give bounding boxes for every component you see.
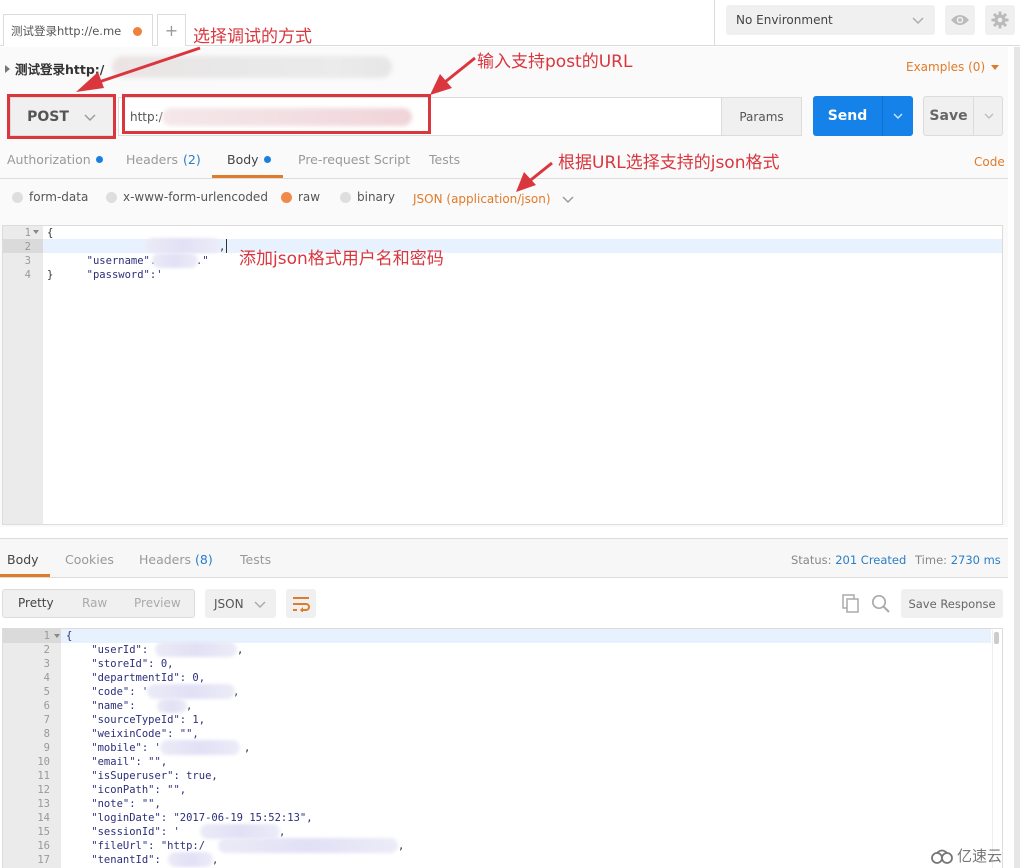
redacted-region: [147, 684, 235, 699]
code-line: "userId":: [66, 644, 155, 656]
active-line-highlight: [61, 629, 991, 643]
line-number: 17: [37, 854, 50, 866]
line-number: 10: [37, 756, 50, 768]
code-line: "storeId": 0,: [66, 658, 174, 670]
annotation-body: 添加json格式用户名和密码: [239, 249, 444, 269]
wrap-lines-button[interactable]: [286, 589, 316, 618]
code-line: "tenantId":: [66, 854, 168, 866]
line-number: 5: [43, 686, 50, 698]
response-scrollbar[interactable]: [992, 630, 1000, 868]
line-number: 2: [43, 644, 50, 656]
time-value: 2730 ms: [950, 553, 1001, 567]
code-line: "fileUrl": "http:/: [66, 840, 206, 852]
line-number: 3: [43, 658, 50, 670]
code-line: "email": "",: [66, 756, 168, 768]
line-number: 1: [43, 630, 50, 642]
redacted-region: [218, 838, 398, 853]
line-number: 11: [37, 770, 50, 782]
arrow-head-icon: [76, 72, 104, 92]
redacted-region: [168, 852, 213, 867]
line-number: 16: [37, 840, 50, 852]
watermark-text: 亿速云: [957, 847, 1003, 865]
line-number: 13: [37, 798, 50, 810]
code-line: "departmentId": 0,: [66, 672, 206, 684]
annotation-arrows: [76, 46, 553, 192]
redacted-region: [157, 699, 187, 713]
wrap-lines-icon: [293, 596, 310, 612]
line-number: 15: [37, 826, 50, 838]
annotation-arrow-line: [89, 46, 201, 87]
time-label: Time:: [915, 553, 948, 567]
view-pretty-button[interactable]: Pretty: [18, 596, 54, 610]
search-icon[interactable]: [871, 594, 891, 614]
line-number: 12: [37, 784, 50, 796]
annotation-url: 输入支持post的URL: [477, 52, 633, 72]
code-line: "note": "",: [66, 798, 161, 810]
arrow-head-icon: [516, 172, 536, 192]
format-label: JSON: [214, 596, 244, 611]
scrollbar-thumb[interactable]: [994, 632, 999, 644]
save-response-button[interactable]: Save Response: [901, 589, 1003, 618]
code-line: "isSuperuser": true,: [66, 770, 218, 782]
line-number: 14: [37, 812, 50, 824]
tab-count: (8): [195, 552, 213, 567]
response-format-select[interactable]: JSON: [205, 589, 276, 618]
response-time: Time: 2730 ms: [915, 553, 1001, 567]
json-punct: ,: [237, 644, 244, 656]
code-line: "weixinCode": "",: [66, 728, 199, 740]
tab-label: Headers: [139, 552, 192, 567]
redacted-region: [155, 642, 237, 657]
response-tab-body[interactable]: Body: [7, 552, 39, 567]
line-number: 8: [43, 728, 50, 740]
code-line: {: [66, 630, 73, 642]
code-line: "name":: [66, 700, 142, 712]
redacted-region: [200, 824, 280, 839]
response-tab-cookies[interactable]: Cookies: [65, 552, 114, 567]
redacted-region: [160, 740, 240, 755]
line-number: 6: [43, 700, 50, 712]
response-tab-headers[interactable]: Headers (8): [139, 552, 213, 567]
status-value: 201 Created: [835, 553, 907, 567]
cloud-logo-icon: [931, 849, 953, 864]
active-tab-underline: [0, 574, 50, 577]
annotation-format: 根据URL选择支持的json格式: [558, 153, 780, 173]
code-line: "iconPath": "",: [66, 784, 187, 796]
annotation-method: 选择调试的方式: [193, 27, 312, 47]
json-punct: ,: [244, 742, 251, 754]
view-raw-button[interactable]: Raw: [82, 596, 107, 610]
line-number: 9: [43, 742, 50, 754]
status-label: Status:: [791, 553, 832, 567]
response-tab-tests[interactable]: Tests: [240, 552, 271, 567]
json-punct: ,: [398, 840, 405, 852]
view-preview-button[interactable]: Preview: [134, 596, 181, 610]
code-line: "sessionId": ': [66, 826, 180, 838]
code-line: "sourceTypeId": 1,: [66, 714, 206, 726]
line-number: 4: [43, 672, 50, 684]
response-status: Status: 201 Created: [791, 553, 906, 567]
line-number: 7: [43, 714, 50, 726]
copy-icon[interactable]: [842, 594, 860, 613]
watermark: 亿速云: [930, 845, 1002, 866]
code-line: "code": ': [66, 686, 149, 698]
chevron-down-icon: [254, 601, 266, 608]
code-line: "loginDate": "2017-06-19 15:52:13",: [66, 812, 313, 824]
fold-arrow-icon[interactable]: [54, 634, 60, 639]
code-line: "mobile": ': [66, 742, 161, 754]
